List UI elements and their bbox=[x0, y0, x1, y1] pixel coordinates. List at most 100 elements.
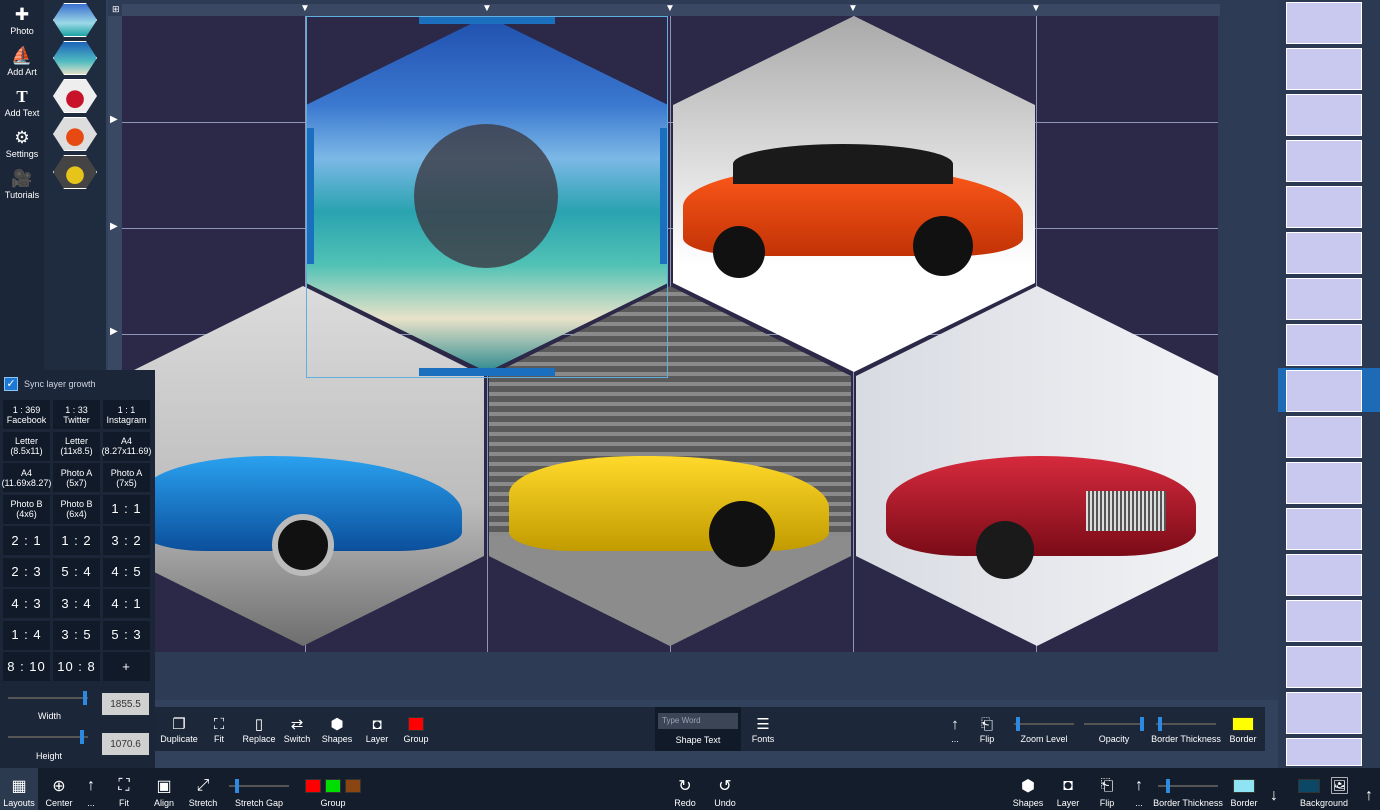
ratio-button[interactable]: 5 : 3 bbox=[103, 620, 150, 650]
height-slider[interactable] bbox=[8, 730, 88, 744]
shape-text-input[interactable]: Type Word bbox=[658, 713, 738, 729]
ruler-marker-icon[interactable]: ▼ bbox=[300, 4, 310, 14]
ratio-button[interactable]: 8 : 10 bbox=[3, 652, 50, 681]
layout-thumb[interactable] bbox=[1286, 692, 1362, 734]
ratio-button[interactable]: 3 : 5 bbox=[53, 620, 100, 650]
ratio-button[interactable]: Photo A (5x7) bbox=[53, 463, 100, 492]
color-red-swatch[interactable] bbox=[304, 779, 321, 793]
ratio-button[interactable]: 4 : 3 bbox=[3, 589, 50, 618]
layout-thumb[interactable] bbox=[1286, 416, 1362, 458]
flip-button[interactable]: ⎗ Flip bbox=[969, 707, 1005, 751]
fit-button[interactable]: ⛶ Fit bbox=[201, 707, 237, 751]
shapes-button[interactable]: ⬢ Shapes bbox=[317, 707, 357, 751]
ratio-button[interactable]: 2 : 3 bbox=[3, 557, 50, 587]
flip-button-bottom[interactable]: ⎗ Flip bbox=[1090, 768, 1124, 810]
ruler-marker-icon[interactable]: ▶ bbox=[110, 114, 118, 125]
layout-thumb[interactable] bbox=[1286, 232, 1362, 274]
ruler-marker-icon[interactable]: ▶ bbox=[110, 326, 118, 337]
opacity-slider[interactable]: Opacity bbox=[1081, 707, 1147, 751]
arrow-down-button[interactable]: ↓ bbox=[1264, 768, 1284, 810]
center-button[interactable]: ⊕ Center bbox=[40, 768, 78, 810]
stretch-gap-slider[interactable]: Stretch Gap bbox=[226, 768, 292, 810]
layout-thumb[interactable] bbox=[1286, 646, 1362, 688]
layout-thumb[interactable] bbox=[1286, 508, 1362, 550]
width-input[interactable]: 1855.5 bbox=[102, 693, 149, 715]
layouts-button[interactable]: ▦ Layouts bbox=[0, 768, 38, 810]
arrow-up-button-right[interactable]: ↑ bbox=[1360, 768, 1378, 810]
settings-button[interactable]: ⚙ Settings bbox=[0, 123, 44, 164]
add-text-button[interactable]: T Add Text bbox=[0, 82, 44, 123]
layout-thumb[interactable] bbox=[1286, 738, 1362, 766]
ruler-marker-icon[interactable]: ▼ bbox=[848, 4, 858, 14]
ratio-button[interactable]: Photo B (4x6) bbox=[3, 494, 50, 524]
width-slider[interactable] bbox=[8, 691, 88, 705]
replace-button[interactable]: ▯ Replace bbox=[239, 707, 279, 751]
border-thickness-slider-bottom[interactable]: Border Thickness bbox=[1152, 768, 1224, 810]
ratio-button[interactable]: 10 : 8 bbox=[53, 652, 100, 681]
thumbnail-yellow-car[interactable] bbox=[53, 155, 97, 189]
switch-button[interactable]: ⇄ Switch bbox=[279, 707, 315, 751]
ratio-button[interactable]: 4 : 5 bbox=[103, 557, 150, 587]
layout-thumb[interactable] bbox=[1286, 554, 1362, 596]
layout-thumb[interactable] bbox=[1286, 2, 1362, 44]
ruler-marker-icon[interactable]: ▼ bbox=[482, 4, 492, 14]
ratio-button[interactable]: 3 : 4 bbox=[53, 589, 100, 618]
layout-thumb[interactable] bbox=[1286, 600, 1362, 642]
border-color-button-bottom[interactable]: Border bbox=[1226, 768, 1262, 810]
layer-button[interactable]: ◘ Layer bbox=[359, 707, 395, 751]
ratio-button[interactable]: 5 : 4 bbox=[53, 557, 100, 587]
ratio-button[interactable]: Photo A (7x5) bbox=[103, 463, 150, 492]
ratio-button[interactable]: 1 : 4 bbox=[3, 620, 50, 650]
ratio-button[interactable]: 2 : 1 bbox=[3, 526, 50, 555]
layout-thumb[interactable] bbox=[1286, 186, 1362, 228]
background-button[interactable]: 🖼 Background bbox=[1288, 768, 1360, 810]
align-button[interactable]: ▣ Align bbox=[146, 768, 182, 810]
layout-thumb[interactable] bbox=[1286, 48, 1362, 90]
sync-layer-checkbox[interactable]: ✓ bbox=[4, 377, 18, 391]
ratio-button[interactable]: 1 : 2 bbox=[53, 526, 100, 555]
color-green-swatch[interactable] bbox=[325, 779, 341, 793]
stretch-button[interactable]: ⤢ Stretch bbox=[184, 768, 222, 810]
layout-thumb[interactable] bbox=[1286, 94, 1362, 136]
layout-thumb[interactable] bbox=[1286, 140, 1362, 182]
layout-thumb[interactable] bbox=[1286, 324, 1362, 366]
zoom-level-slider[interactable]: Zoom Level bbox=[1011, 707, 1077, 751]
ruler-marker-icon[interactable]: ▼ bbox=[665, 4, 675, 14]
tutorials-button[interactable]: 🎥 Tutorials bbox=[0, 164, 44, 205]
ratio-button[interactable]: 1 : 33 Twitter bbox=[53, 400, 100, 429]
ratio-button[interactable]: 3 : 2 bbox=[103, 526, 150, 555]
ratio-button[interactable]: + bbox=[103, 652, 150, 681]
grid-icon[interactable]: ⊞ bbox=[112, 5, 121, 14]
ratio-button[interactable]: 1 : 1 bbox=[103, 494, 150, 524]
layout-thumb-selected[interactable] bbox=[1286, 370, 1362, 412]
ruler-marker-icon[interactable]: ▼ bbox=[1031, 4, 1041, 14]
border-thickness-slider[interactable]: Border Thickness bbox=[1151, 707, 1221, 751]
height-input[interactable]: 1070.6 bbox=[102, 733, 149, 755]
group-colors[interactable]: Group bbox=[296, 768, 370, 810]
ratio-button[interactable]: 4 : 1 bbox=[103, 589, 150, 618]
shapes-button-bottom[interactable]: ⬢ Shapes bbox=[1010, 768, 1046, 810]
ratio-button[interactable]: A4 (11.69x8.27) bbox=[2, 463, 51, 492]
undo-button[interactable]: ↺ Undo bbox=[706, 768, 744, 810]
add-art-button[interactable]: ⛵ Add Art bbox=[0, 41, 44, 82]
more-up-button[interactable]: ↑... bbox=[80, 768, 102, 810]
thumbnail-island[interactable] bbox=[53, 3, 97, 37]
more-up-button-bottom[interactable]: ↑... bbox=[1128, 768, 1150, 810]
ratio-button[interactable]: Letter (11x8.5) bbox=[53, 431, 100, 461]
fit-all-button[interactable]: ⛶ Fit bbox=[106, 768, 142, 810]
group-button[interactable]: Group bbox=[397, 707, 435, 751]
ratio-button[interactable]: Letter (8.5x11) bbox=[3, 431, 50, 461]
thumbnail-red-car[interactable] bbox=[53, 79, 97, 113]
color-brown-swatch[interactable] bbox=[345, 779, 362, 793]
ratio-button[interactable]: Photo B (6x4) bbox=[53, 494, 100, 524]
layer-up-button[interactable]: ↑... bbox=[943, 707, 967, 751]
ruler-marker-icon[interactable]: ▶ bbox=[110, 221, 118, 232]
ratio-button[interactable]: 1 : 1 Instagram bbox=[103, 400, 150, 429]
thumbnail-beach[interactable] bbox=[53, 41, 97, 75]
fonts-button[interactable]: ☰ Fonts bbox=[743, 707, 783, 751]
layer-button-bottom[interactable]: ◘ Layer bbox=[1050, 768, 1086, 810]
thumbnail-orange-car[interactable] bbox=[53, 117, 97, 151]
layout-thumb[interactable] bbox=[1286, 462, 1362, 504]
duplicate-button[interactable]: ❐ Duplicate bbox=[157, 707, 201, 751]
border-color-button[interactable]: Border bbox=[1225, 707, 1261, 751]
